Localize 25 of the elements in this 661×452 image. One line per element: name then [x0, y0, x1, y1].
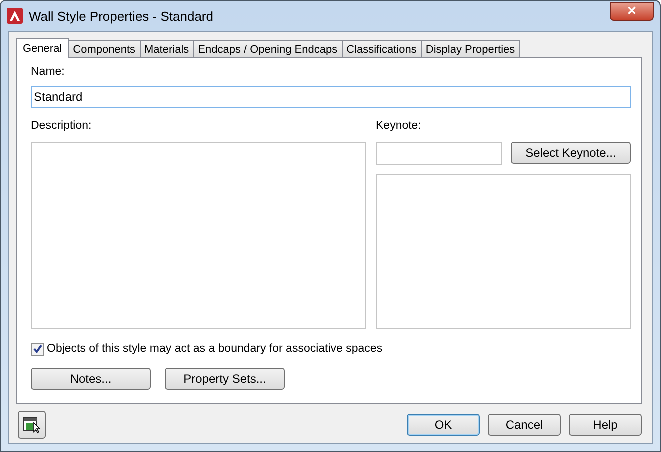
keynote-label: Keynote:: [376, 119, 422, 134]
tab[interactable]: Components: [68, 40, 141, 58]
description-label: Description:: [31, 119, 93, 134]
description-field[interactable]: [31, 142, 366, 329]
tab[interactable]: Materials: [140, 40, 194, 58]
keynote-text-area[interactable]: [376, 174, 631, 329]
checkbox[interactable]: [31, 342, 44, 356]
tab[interactable]: General: [16, 38, 70, 58]
dialog-button[interactable]: OK: [407, 414, 480, 436]
tab[interactable]: Endcaps / Opening Endcaps: [193, 40, 343, 58]
name-field[interactable]: Standard: [31, 86, 631, 108]
toggle-view-button[interactable]: [18, 411, 46, 439]
tab[interactable]: Classifications: [342, 40, 422, 58]
panel-button[interactable]: Notes...: [31, 368, 151, 390]
checkbox-label: Objects of this style may act as a boundary for associative spaces: [47, 342, 383, 357]
name-label: Name:: [31, 65, 66, 80]
select-keynote-button[interactable]: Select Keynote...: [511, 142, 631, 164]
app-logo-icon: [7, 8, 23, 24]
dialog-button[interactable]: Help: [569, 414, 642, 436]
dialog-button[interactable]: Cancel: [488, 414, 561, 436]
panel-button[interactable]: Property Sets...: [165, 368, 285, 390]
tab[interactable]: Display Properties: [420, 40, 520, 58]
window-title: Wall Style Properties - Standard: [29, 8, 214, 24]
window-cursor-icon: [23, 416, 41, 434]
keynote-field[interactable]: [376, 142, 502, 165]
